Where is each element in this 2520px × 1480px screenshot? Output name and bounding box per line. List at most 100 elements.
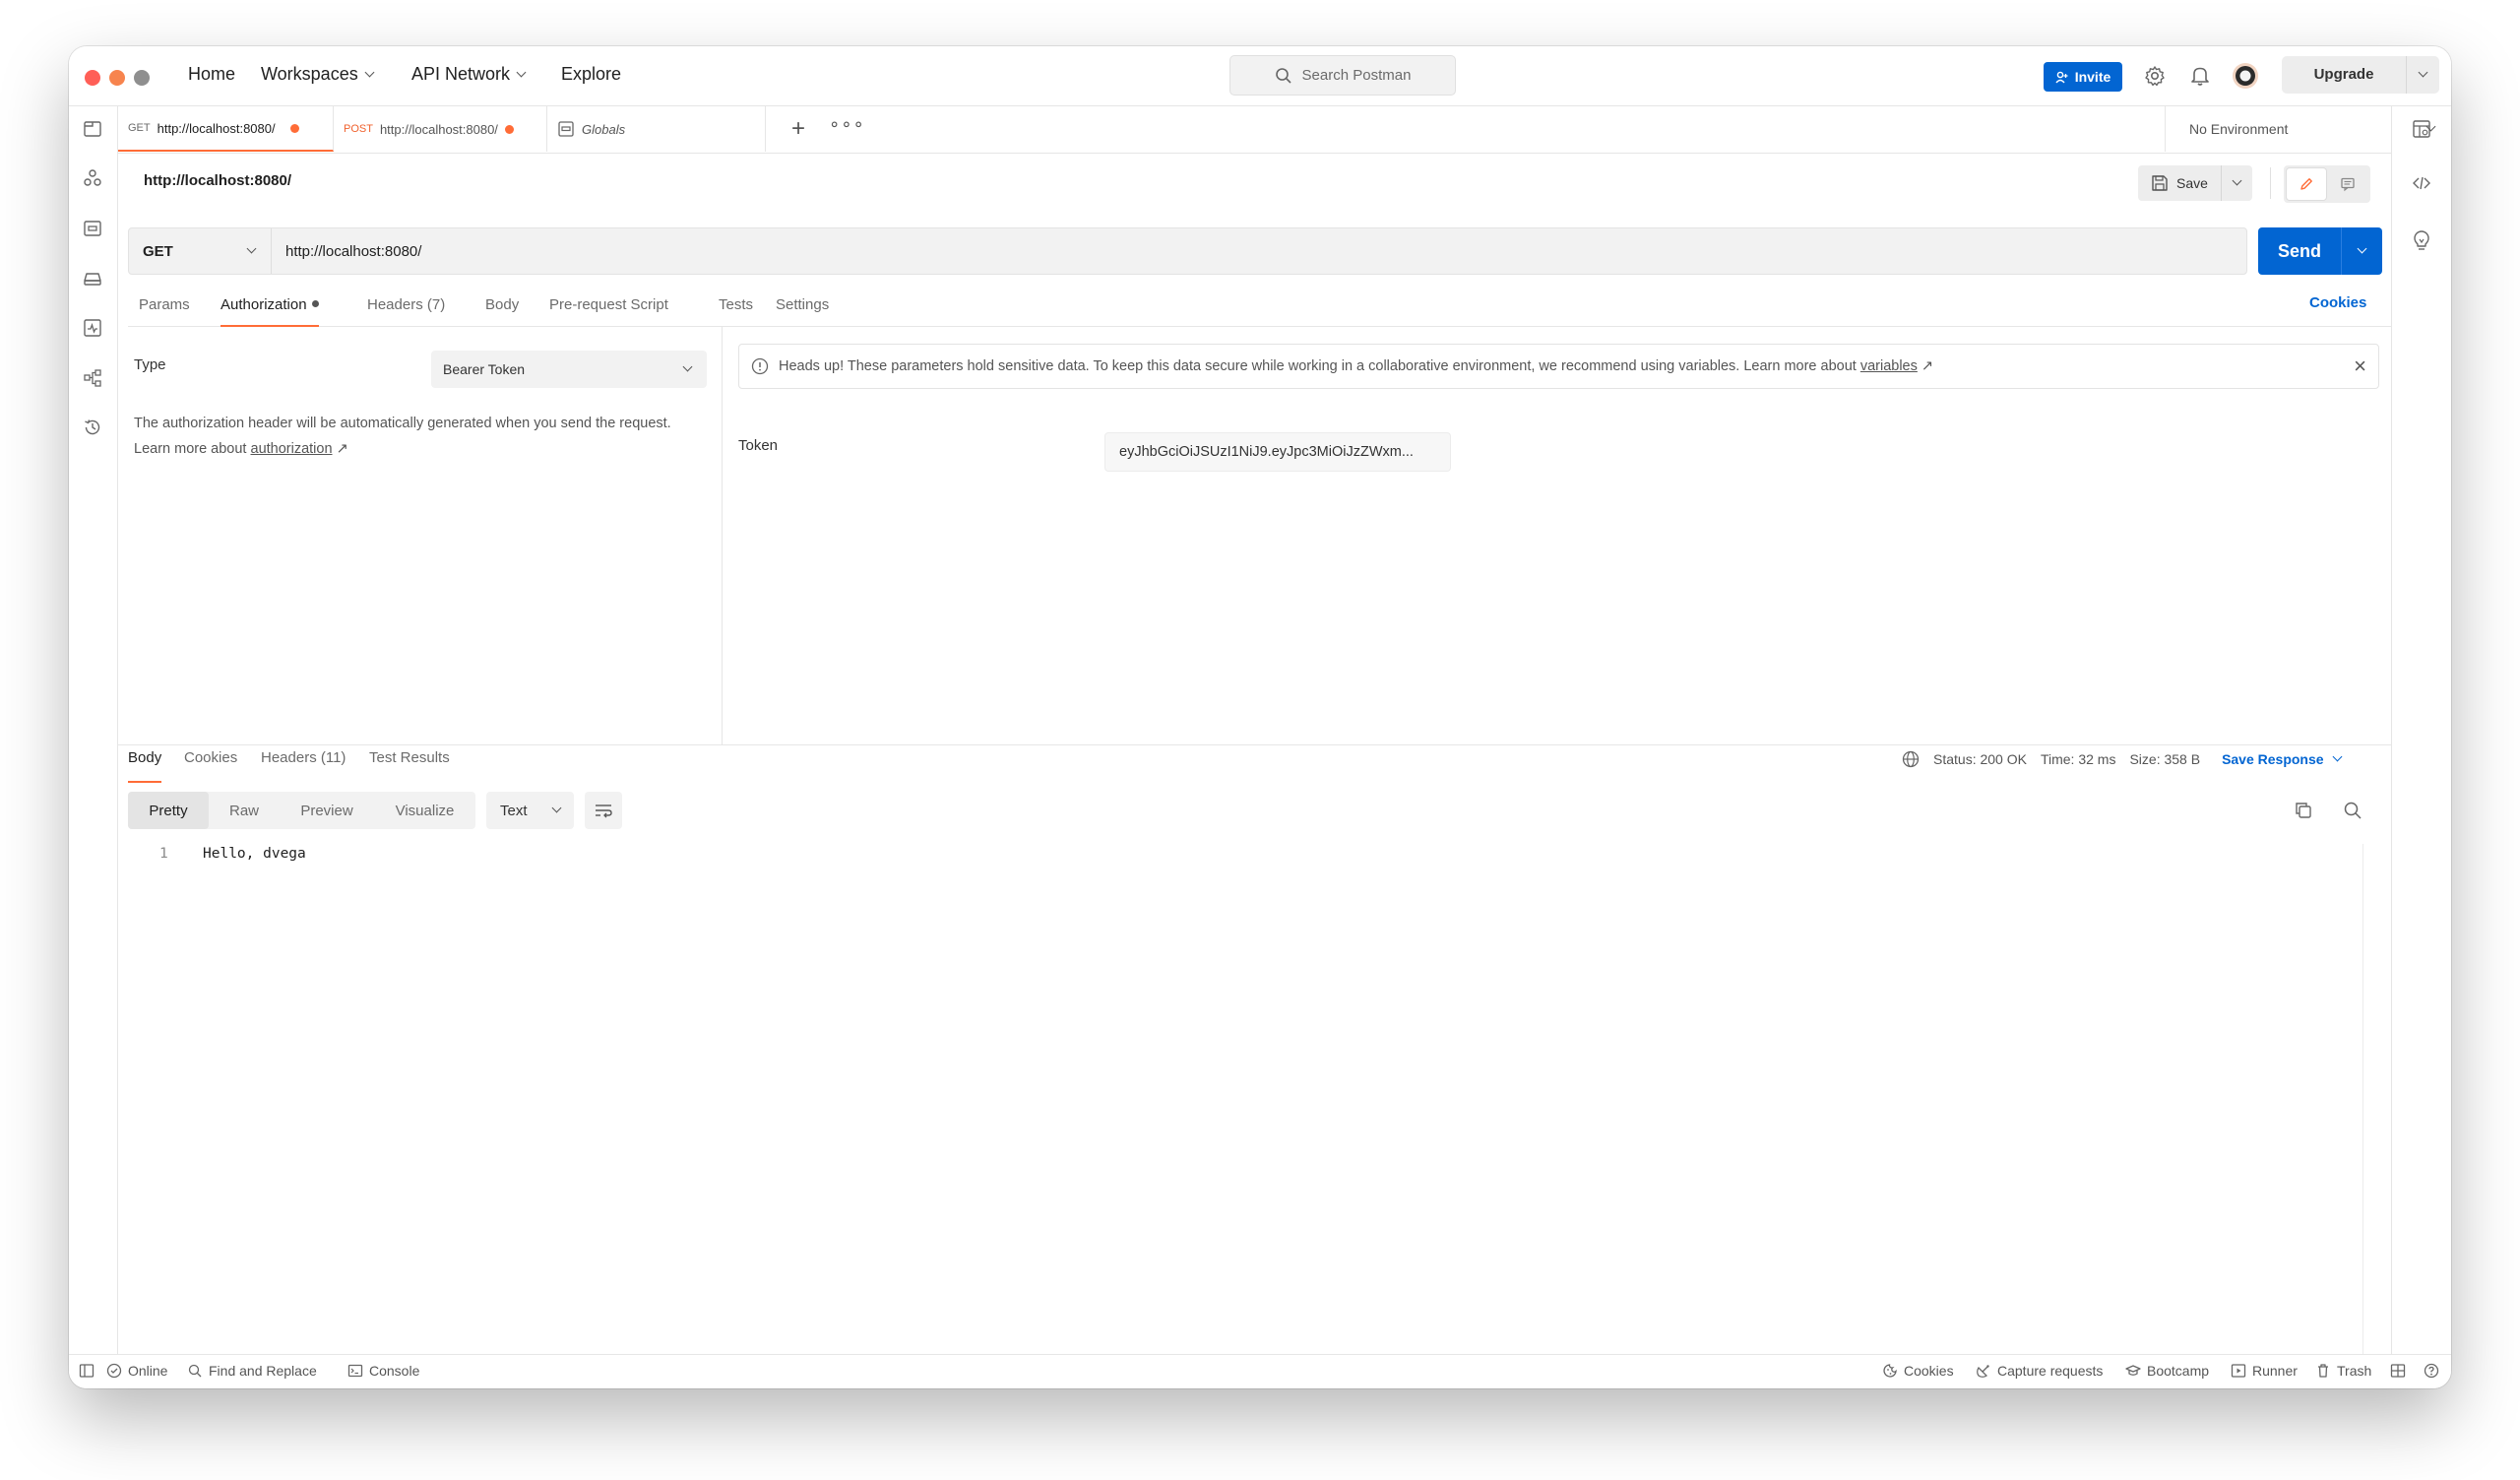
- tab-params[interactable]: Params: [139, 294, 190, 325]
- format-select[interactable]: Text: [486, 792, 574, 829]
- url-input[interactable]: http://localhost:8080/: [272, 228, 2246, 274]
- save-response-button[interactable]: Save Response: [2222, 751, 2343, 767]
- environments-button[interactable]: [81, 217, 104, 240]
- bootcamp-button[interactable]: Bootcamp: [2125, 1363, 2209, 1379]
- response-time[interactable]: Time: 32 ms: [2041, 751, 2116, 767]
- avatar-icon: [2233, 63, 2258, 89]
- tab-settings[interactable]: Settings: [776, 294, 829, 325]
- online-status[interactable]: Online: [106, 1363, 167, 1379]
- tab-headers[interactable]: Headers (7): [367, 294, 445, 325]
- save-button[interactable]: Save: [2138, 165, 2252, 201]
- flows-button[interactable]: [81, 366, 104, 390]
- unsaved-indicator: [289, 123, 299, 133]
- send-dropdown-button[interactable]: [2342, 243, 2382, 254]
- tab-tests[interactable]: Tests: [719, 294, 753, 325]
- save-dropdown-button[interactable]: [2222, 175, 2252, 186]
- chevron-down-icon: [2426, 121, 2436, 132]
- environments-icon: [84, 221, 101, 236]
- auth-type-select[interactable]: Bearer Token: [431, 351, 707, 388]
- upgrade-dropdown-button[interactable]: [2407, 67, 2439, 78]
- tab-test-results[interactable]: Test Results: [369, 745, 450, 781]
- tab-pre-request-script[interactable]: Pre-request Script: [549, 294, 668, 325]
- tab-response-body[interactable]: Body: [128, 745, 162, 783]
- notifications-button[interactable]: [2186, 62, 2214, 90]
- console-button[interactable]: Console: [347, 1363, 419, 1379]
- apis-button[interactable]: [81, 166, 104, 190]
- upgrade-button[interactable]: Upgrade: [2282, 56, 2439, 94]
- send-button[interactable]: Send: [2258, 227, 2382, 275]
- request-title[interactable]: http://localhost:8080/: [144, 172, 291, 189]
- response-scrollbar[interactable]: [2362, 844, 2363, 1388]
- response-meta: Status: 200 OK Time: 32 ms Size: 358 B S…: [1902, 750, 2343, 768]
- maximize-window-button[interactable]: [134, 70, 150, 86]
- divider: [2270, 167, 2271, 199]
- view-visualize[interactable]: Visualize: [374, 792, 475, 829]
- search-response-button[interactable]: [2339, 797, 2366, 824]
- wrap-lines-button[interactable]: [585, 792, 622, 829]
- view-preview[interactable]: Preview: [280, 792, 374, 829]
- nav-workspaces[interactable]: Workspaces: [261, 64, 375, 85]
- status-code[interactable]: Status: 200 OK: [1933, 751, 2027, 767]
- close-window-button[interactable]: [85, 70, 100, 86]
- tab-post-localhost[interactable]: POST http://localhost:8080/: [334, 106, 547, 152]
- monitor-icon: [84, 319, 101, 337]
- collections-icon: [84, 121, 101, 137]
- copy-icon: [2296, 803, 2311, 818]
- nav-api-network[interactable]: API Network: [411, 64, 527, 85]
- invite-button[interactable]: Invite: [2044, 62, 2122, 92]
- two-pane-view-button[interactable]: [2390, 1363, 2406, 1379]
- mock-servers-button[interactable]: [81, 266, 104, 290]
- search-icon: [188, 1364, 202, 1378]
- search-icon: [1275, 67, 1292, 84]
- history-icon: [85, 419, 100, 435]
- play-icon: [2231, 1364, 2246, 1378]
- tab-globals[interactable]: Globals: [547, 106, 766, 152]
- collections-button[interactable]: [81, 117, 104, 141]
- nav-home[interactable]: Home: [188, 64, 235, 85]
- view-raw[interactable]: Raw: [209, 792, 280, 829]
- settings-button[interactable]: [2141, 62, 2169, 90]
- variables-link[interactable]: variables: [1860, 358, 1918, 374]
- new-tab-button[interactable]: +: [791, 117, 805, 141]
- tab-get-localhost[interactable]: GET http://localhost:8080/: [118, 106, 334, 152]
- authorization-link[interactable]: authorization: [251, 441, 333, 457]
- tab-body[interactable]: Body: [485, 294, 519, 325]
- sensitive-data-alert: Heads up! These parameters hold sensitiv…: [738, 344, 2379, 389]
- history-button[interactable]: [81, 416, 104, 439]
- copy-button[interactable]: [2290, 797, 2317, 824]
- capture-requests-button[interactable]: Capture requests: [1976, 1363, 2103, 1379]
- monitors-button[interactable]: [81, 316, 104, 340]
- tab-response-cookies[interactable]: Cookies: [184, 745, 237, 781]
- environment-selector[interactable]: No Environment: [2165, 106, 2451, 152]
- pane-resize-divider[interactable]: [118, 744, 2391, 745]
- right-sidebar: [2391, 106, 2451, 1355]
- tab-response-headers[interactable]: Headers (11): [261, 745, 346, 781]
- edit-comment-toggle[interactable]: [2284, 165, 2370, 203]
- response-size[interactable]: Size: 358 B: [2129, 751, 2200, 767]
- related-collections-button[interactable]: [2410, 229, 2433, 253]
- close-icon[interactable]: ×: [2354, 354, 2366, 379]
- footer-cookies-button[interactable]: Cookies: [1882, 1363, 1954, 1379]
- comment-mode-button[interactable]: [2328, 168, 2367, 200]
- avatar[interactable]: [2232, 62, 2259, 90]
- minimize-window-button[interactable]: [109, 70, 125, 86]
- code-snippet-button[interactable]: [2410, 171, 2433, 195]
- more-tabs-icon[interactable]: ∘∘∘: [829, 114, 865, 135]
- nav-explore[interactable]: Explore: [561, 64, 621, 85]
- edit-mode-button[interactable]: [2287, 168, 2326, 200]
- chevron-down-icon: [516, 67, 527, 77]
- view-pretty[interactable]: Pretty: [128, 792, 209, 829]
- chevron-down-icon: [551, 803, 562, 813]
- search-input[interactable]: Search Postman: [1229, 55, 1456, 96]
- help-button[interactable]: [2424, 1363, 2439, 1379]
- runner-button[interactable]: Runner: [2231, 1363, 2298, 1379]
- globe-icon[interactable]: [1902, 750, 1920, 768]
- apis-icon: [84, 169, 101, 186]
- find-replace-button[interactable]: Find and Replace: [187, 1363, 317, 1379]
- cookies-link[interactable]: Cookies: [2309, 294, 2366, 311]
- toggle-sidebar-button[interactable]: [79, 1363, 94, 1379]
- token-input[interactable]: eyJhbGciOiJSUzI1NiJ9.eyJpc3MiOiJzZWxm...: [1104, 432, 1451, 472]
- method-select[interactable]: GET: [129, 228, 272, 274]
- tab-authorization[interactable]: Authorization: [220, 294, 319, 327]
- trash-button[interactable]: Trash: [2315, 1363, 2371, 1379]
